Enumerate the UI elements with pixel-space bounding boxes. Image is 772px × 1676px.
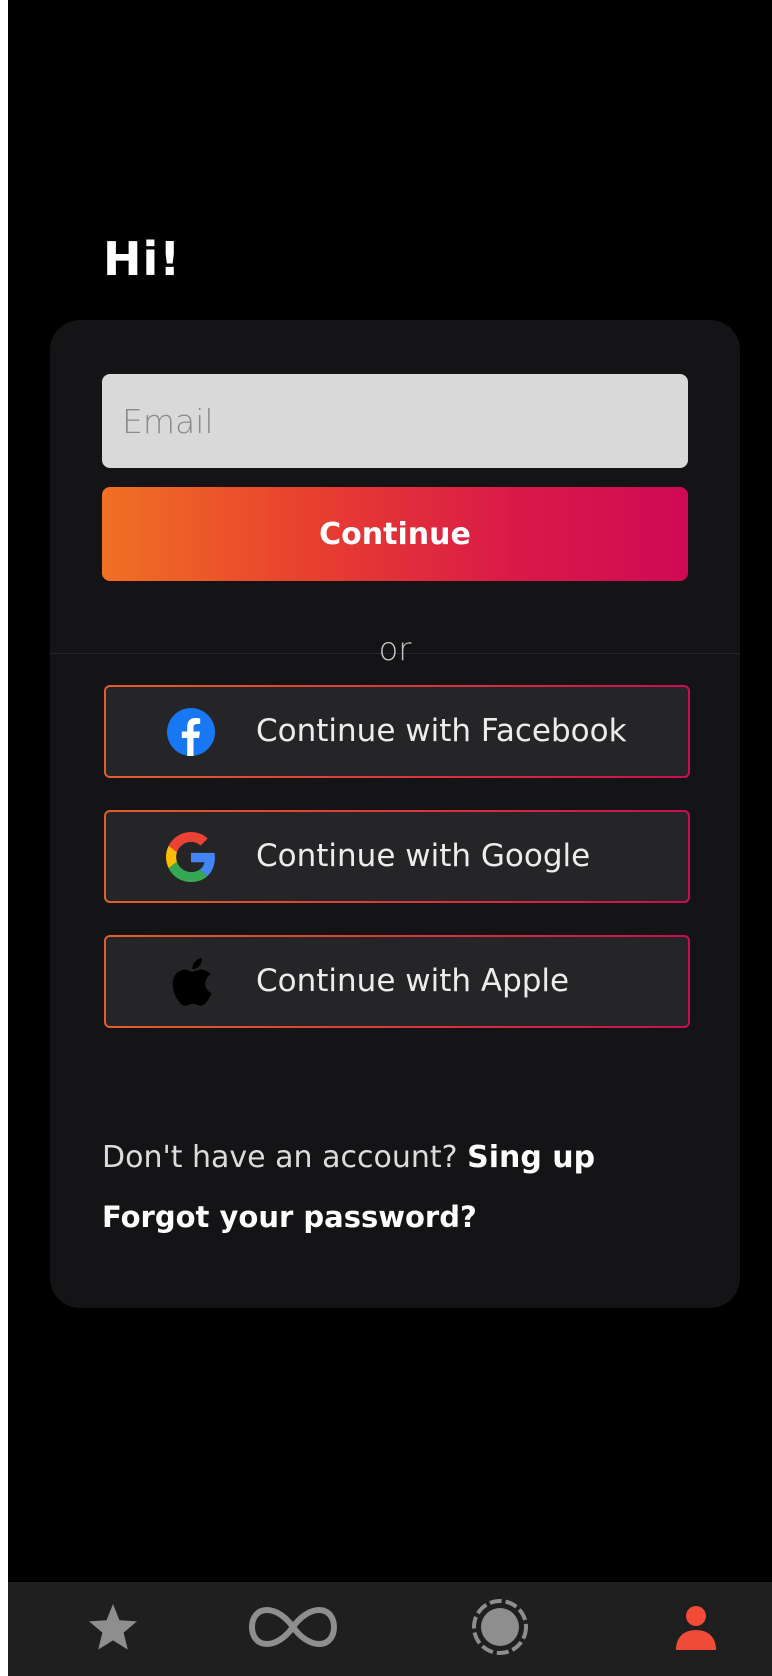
- login-screen: Hi! Continue or Continue with Facebook: [0, 0, 772, 1676]
- profile-icon: [674, 1604, 718, 1655]
- continue-with-facebook-button[interactable]: Continue with Facebook: [104, 685, 690, 778]
- left-edge-strip: [0, 0, 8, 1676]
- continue-button[interactable]: Continue: [102, 487, 688, 581]
- nav-item-favorites[interactable]: [53, 1582, 173, 1676]
- signup-link[interactable]: Sing up: [467, 1140, 595, 1175]
- signup-prompt: Don't have an account? Sing up: [102, 1140, 595, 1175]
- nav-item-profile[interactable]: [636, 1582, 756, 1676]
- bottom-nav-bar: [8, 1582, 772, 1676]
- nav-item-discover[interactable]: [440, 1582, 560, 1676]
- continue-with-google-button[interactable]: Continue with Google: [104, 810, 690, 903]
- continue-with-apple-button[interactable]: Continue with Apple: [104, 935, 690, 1028]
- google-button-label: Continue with Google: [256, 838, 591, 874]
- forgot-password-link[interactable]: Forgot your password?: [102, 1200, 477, 1234]
- or-divider-label: or: [378, 630, 412, 668]
- signup-prompt-text: Don't have an account?: [102, 1140, 458, 1175]
- login-card: Continue or Continue with Facebook: [50, 320, 740, 1308]
- apple-button-label: Continue with Apple: [256, 963, 570, 999]
- star-icon: [87, 1602, 139, 1657]
- greeting-title: Hi!: [103, 232, 182, 286]
- infinity-icon: [248, 1605, 338, 1654]
- nav-item-infinity[interactable]: [233, 1582, 353, 1676]
- facebook-button-label: Continue with Facebook: [256, 713, 627, 749]
- facebook-icon: [166, 707, 216, 757]
- apple-icon: [166, 957, 216, 1007]
- google-icon: [166, 832, 216, 882]
- circle-dashed-icon: [470, 1597, 530, 1662]
- email-field[interactable]: [102, 374, 688, 468]
